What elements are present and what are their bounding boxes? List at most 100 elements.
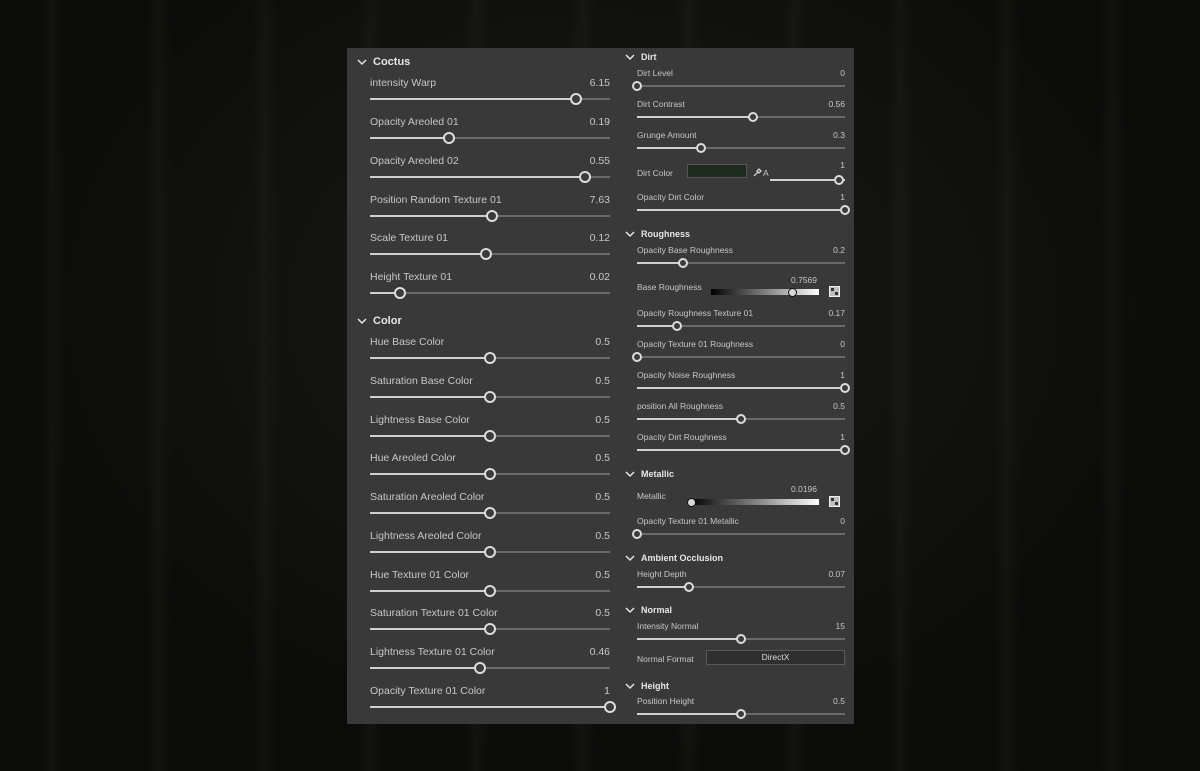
slider-label: Lightness Base Color — [370, 414, 470, 426]
slider-thumb[interactable] — [480, 248, 493, 260]
slider-thumb[interactable] — [840, 383, 850, 393]
section-normal-header[interactable]: Normal — [625, 605, 672, 615]
metallic-gradient[interactable] — [689, 499, 819, 505]
slider-thumb[interactable] — [484, 546, 496, 558]
slider-track[interactable] — [637, 147, 845, 149]
slider-track[interactable] — [370, 292, 610, 294]
metallic-thumb[interactable] — [687, 497, 697, 507]
slider-thumb[interactable] — [484, 352, 496, 364]
slider-thumb[interactable] — [484, 430, 496, 442]
alpha-label: A — [763, 168, 769, 178]
slider-track[interactable] — [370, 176, 610, 178]
slider-label: Opacity Texture 01 Color — [370, 685, 486, 697]
section-coctus-header[interactable]: Coctus — [357, 56, 410, 68]
base-roughness-thumb[interactable] — [788, 287, 798, 297]
slider-track[interactable] — [637, 586, 845, 588]
dirt-color-row: Dirt Color A 1 — [637, 160, 845, 194]
slider-thumb[interactable] — [443, 132, 456, 144]
slider-fill — [637, 449, 845, 451]
slider-row: Position Height 0.5 — [637, 696, 845, 724]
slider-thumb[interactable] — [671, 321, 682, 331]
section-roughness-header[interactable]: Roughness — [625, 229, 690, 239]
slider-row: Hue Texture 01 Color 0.5 — [370, 569, 610, 605]
slider-thumb[interactable] — [484, 507, 496, 519]
eyedropper-icon[interactable] — [752, 165, 762, 183]
slider-label: Lightness Areoled Color — [370, 530, 482, 542]
slider-thumb[interactable] — [486, 210, 499, 222]
slider-thumb[interactable] — [604, 701, 616, 713]
base-roughness-label: Base Roughness — [637, 282, 702, 292]
slider-label: Dirt Contrast — [637, 99, 685, 109]
slider-track[interactable] — [637, 85, 845, 87]
slider-fill — [637, 638, 741, 640]
slider-track[interactable] — [637, 262, 845, 264]
slider-thumb[interactable] — [484, 623, 496, 635]
slider-thumb[interactable] — [632, 352, 642, 362]
slider-value: 1 — [840, 432, 845, 442]
slider-thumb[interactable] — [736, 634, 746, 644]
slider-thumb[interactable] — [677, 258, 688, 268]
slider-thumb[interactable] — [394, 287, 406, 299]
slider-thumb[interactable] — [632, 81, 642, 91]
slider-thumb[interactable] — [632, 529, 642, 539]
slider-fill — [370, 435, 490, 437]
gradient-picker-icon[interactable] — [829, 286, 840, 297]
slider-thumb[interactable] — [840, 205, 850, 215]
section-color-header[interactable]: Color — [357, 315, 402, 327]
slider-track[interactable] — [637, 533, 845, 535]
chevron-down-icon — [625, 52, 635, 62]
slider-track[interactable] — [370, 706, 610, 708]
slider-track[interactable] — [637, 449, 845, 451]
slider-track[interactable] — [637, 387, 845, 389]
slider-thumb[interactable] — [684, 582, 694, 592]
section-metallic-header[interactable]: Metallic — [625, 469, 674, 479]
gradient-picker-icon[interactable] — [829, 496, 840, 507]
slider-row: Lightness Texture 01 Color 0.46 — [370, 646, 610, 682]
alpha-thumb[interactable] — [834, 175, 844, 185]
slider-track[interactable] — [637, 209, 845, 211]
slider-row: Hue Areoled Color 0.5 — [370, 452, 610, 488]
dirt-color-label: Dirt Color — [637, 168, 673, 178]
slider-value: 6.15 — [589, 77, 610, 89]
slider-value: 0 — [840, 339, 845, 349]
slider-value: 0.46 — [589, 646, 610, 658]
slider-track[interactable] — [637, 356, 845, 358]
slider-thumb[interactable] — [696, 143, 707, 153]
slider-thumb[interactable] — [474, 662, 487, 674]
section-height-title: Height — [641, 681, 669, 691]
slider-thumb[interactable] — [570, 93, 583, 105]
slider-track[interactable] — [637, 325, 845, 327]
normal-format-select[interactable]: DirectX — [706, 650, 845, 665]
slider-label: position All Roughness — [637, 401, 724, 411]
slider-value: 0.55 — [589, 155, 610, 167]
slider-value: 0.5 — [833, 696, 845, 706]
base-roughness-gradient[interactable] — [711, 289, 819, 295]
slider-track[interactable] — [370, 137, 610, 139]
slider-value: 0.3 — [833, 130, 845, 140]
slider-track[interactable] — [370, 667, 610, 669]
slider-thumb[interactable] — [840, 445, 850, 455]
slider-thumb[interactable] — [484, 391, 496, 403]
section-height-header[interactable]: Height — [625, 681, 669, 691]
slider-value: 0.5 — [595, 375, 610, 387]
slider-fill — [370, 253, 487, 255]
slider-label: Hue Base Color — [370, 336, 445, 348]
slider-thumb[interactable] — [578, 171, 591, 183]
slider-value: 0.07 — [828, 569, 845, 579]
slider-value: 0.5 — [595, 607, 610, 619]
slider-thumb[interactable] — [484, 585, 496, 597]
slider-track[interactable] — [637, 116, 845, 118]
slider-fill — [637, 209, 845, 211]
slider-row: Saturation Base Color 0.5 — [370, 375, 610, 411]
slider-fill — [370, 628, 490, 630]
section-dirt-header[interactable]: Dirt — [625, 52, 657, 62]
slider-thumb[interactable] — [736, 414, 746, 424]
chevron-down-icon — [625, 229, 635, 239]
section-ao-header[interactable]: Ambient Occlusion — [625, 553, 723, 563]
slider-value: 0.02 — [589, 271, 610, 283]
slider-value: 0.5 — [595, 452, 610, 464]
slider-thumb[interactable] — [736, 709, 746, 719]
slider-thumb[interactable] — [748, 112, 759, 122]
dirt-color-swatch[interactable] — [687, 164, 747, 178]
slider-thumb[interactable] — [484, 468, 496, 480]
